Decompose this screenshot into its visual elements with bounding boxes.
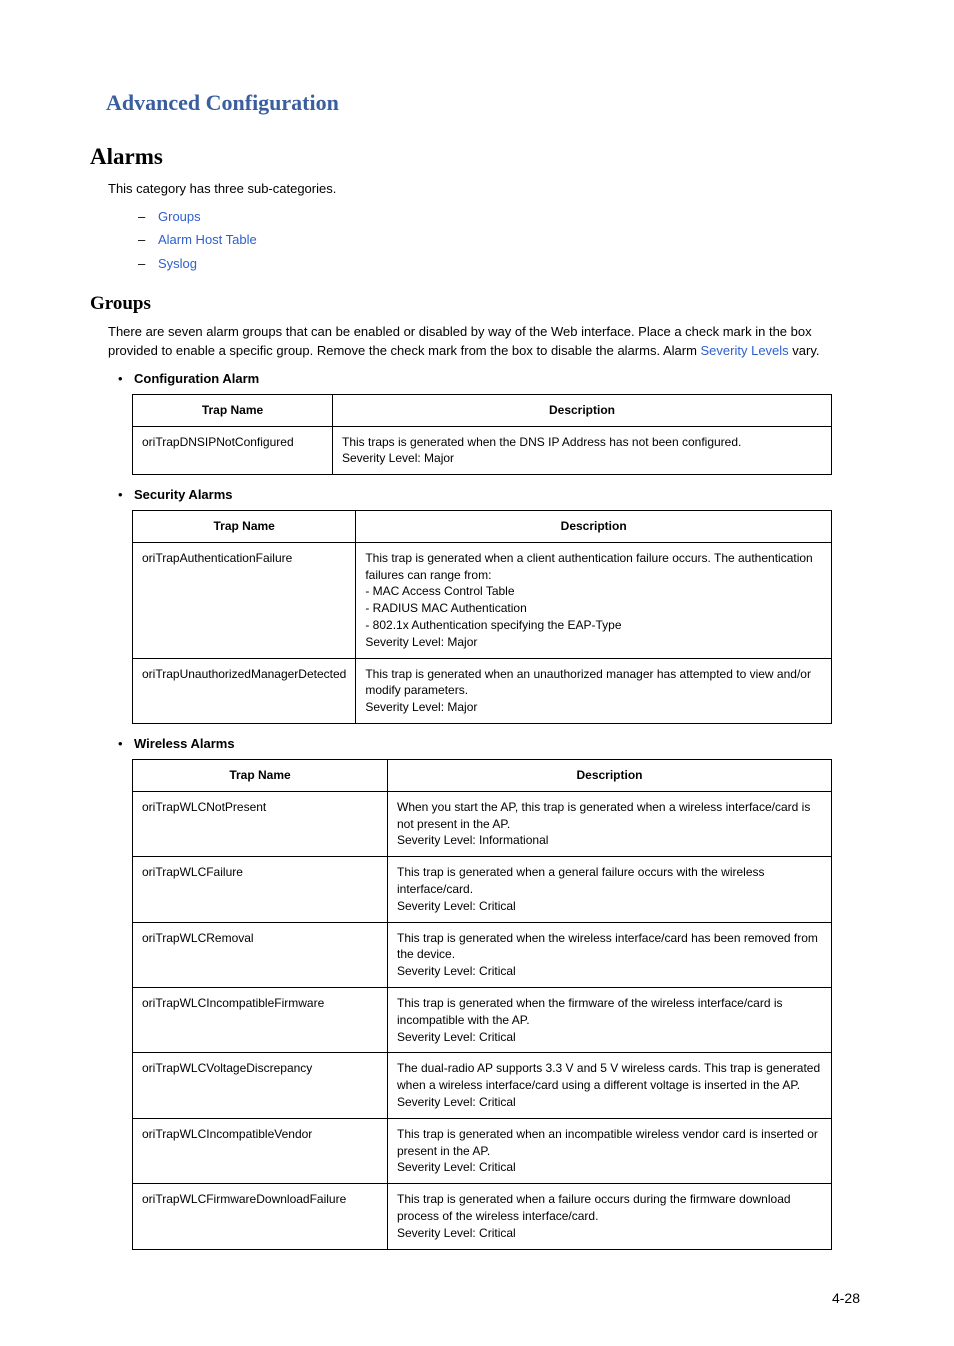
subcategory-list: – Groups – Alarm Host Table – Syslog	[138, 205, 864, 275]
trap-name-cell: oriTrapWLCFirmwareDownloadFailure	[133, 1184, 388, 1249]
table-row: oriTrapWLCFirmwareDownloadFailure This t…	[133, 1184, 832, 1249]
dash-icon: –	[138, 228, 158, 251]
table-row: oriTrapWLCRemoval This trap is generated…	[133, 922, 832, 987]
trap-name-cell: oriTrapWLCIncompatibleVendor	[133, 1118, 388, 1183]
description-cell: This trap is generated when the firmware…	[388, 988, 832, 1053]
trap-name-cell: oriTrapWLCRemoval	[133, 922, 388, 987]
link-groups[interactable]: Groups	[158, 205, 201, 228]
table-row: oriTrapWLCIncompatibleFirmware This trap…	[133, 988, 832, 1053]
config-alarm-label: Configuration Alarm	[134, 371, 259, 386]
table-row: oriTrapWLCNotPresent When you start the …	[133, 791, 832, 856]
dash-icon: –	[138, 205, 158, 228]
th-trap-name: Trap Name	[133, 760, 388, 792]
description-cell: The dual-radio AP supports 3.3 V and 5 V…	[388, 1053, 832, 1118]
bullet-icon: •	[118, 487, 134, 502]
link-syslog[interactable]: Syslog	[158, 252, 197, 275]
groups-intro-text-b: vary.	[789, 343, 820, 358]
alarms-intro: This category has three sub-categories.	[108, 180, 864, 199]
dash-icon: –	[138, 252, 158, 275]
trap-name-cell: oriTrapWLCNotPresent	[133, 791, 388, 856]
section-title-alarms: Alarms	[90, 144, 864, 170]
trap-name-cell: oriTrapWLCFailure	[133, 857, 388, 922]
table-row: oriTrapUnauthorizedManagerDetected This …	[133, 658, 832, 723]
table-configuration-alarm: Trap Name Description oriTrapDNSIPNotCon…	[132, 394, 832, 475]
page-number: 4-28	[90, 1290, 864, 1306]
description-cell: This trap is generated when an unauthori…	[356, 658, 832, 723]
bullet-icon: •	[118, 736, 134, 751]
bullet-icon: •	[118, 371, 134, 386]
list-item: – Syslog	[138, 252, 864, 275]
trap-name-cell: oriTrapWLCVoltageDiscrepancy	[133, 1053, 388, 1118]
description-cell: This trap is generated when an incompati…	[388, 1118, 832, 1183]
link-alarm-host-table[interactable]: Alarm Host Table	[158, 228, 257, 251]
description-cell: This trap is generated when a failure oc…	[388, 1184, 832, 1249]
section-title-groups: Groups	[90, 293, 864, 315]
description-cell: This trap is generated when the wireless…	[388, 922, 832, 987]
list-item: • Wireless Alarms	[118, 736, 864, 751]
th-description: Description	[356, 511, 832, 543]
groups-intro: There are seven alarm groups that can be…	[108, 323, 864, 361]
wireless-alarms-label: Wireless Alarms	[134, 736, 235, 751]
security-alarms-label: Security Alarms	[134, 487, 233, 502]
chapter-title: Advanced Configuration	[106, 90, 864, 116]
trap-name-cell: oriTrapUnauthorizedManagerDetected	[133, 658, 356, 723]
table-row: oriTrapWLCIncompatibleVendor This trap i…	[133, 1118, 832, 1183]
list-item: – Groups	[138, 205, 864, 228]
list-item: • Security Alarms	[118, 487, 864, 502]
table-row: oriTrapWLCFailure This trap is generated…	[133, 857, 832, 922]
table-header-row: Trap Name Description	[133, 394, 832, 426]
table-header-row: Trap Name Description	[133, 760, 832, 792]
description-cell: This traps is generated when the DNS IP …	[333, 426, 832, 475]
th-trap-name: Trap Name	[133, 394, 333, 426]
table-header-row: Trap Name Description	[133, 511, 832, 543]
th-trap-name: Trap Name	[133, 511, 356, 543]
description-cell: This trap is generated when a general fa…	[388, 857, 832, 922]
table-security-alarms: Trap Name Description oriTrapAuthenticat…	[132, 510, 832, 724]
table-row: oriTrapDNSIPNotConfigured This traps is …	[133, 426, 832, 475]
trap-name-cell: oriTrapDNSIPNotConfigured	[133, 426, 333, 475]
description-cell: This trap is generated when a client aut…	[356, 542, 832, 658]
trap-name-cell: oriTrapAuthenticationFailure	[133, 542, 356, 658]
table-wireless-alarms: Trap Name Description oriTrapWLCNotPrese…	[132, 759, 832, 1250]
list-item: – Alarm Host Table	[138, 228, 864, 251]
table-row: oriTrapAuthenticationFailure This trap i…	[133, 542, 832, 658]
link-severity-levels[interactable]: Severity Levels	[701, 343, 789, 358]
th-description: Description	[388, 760, 832, 792]
table-row: oriTrapWLCVoltageDiscrepancy The dual-ra…	[133, 1053, 832, 1118]
list-item: • Configuration Alarm	[118, 371, 864, 386]
description-cell: When you start the AP, this trap is gene…	[388, 791, 832, 856]
th-description: Description	[333, 394, 832, 426]
trap-name-cell: oriTrapWLCIncompatibleFirmware	[133, 988, 388, 1053]
